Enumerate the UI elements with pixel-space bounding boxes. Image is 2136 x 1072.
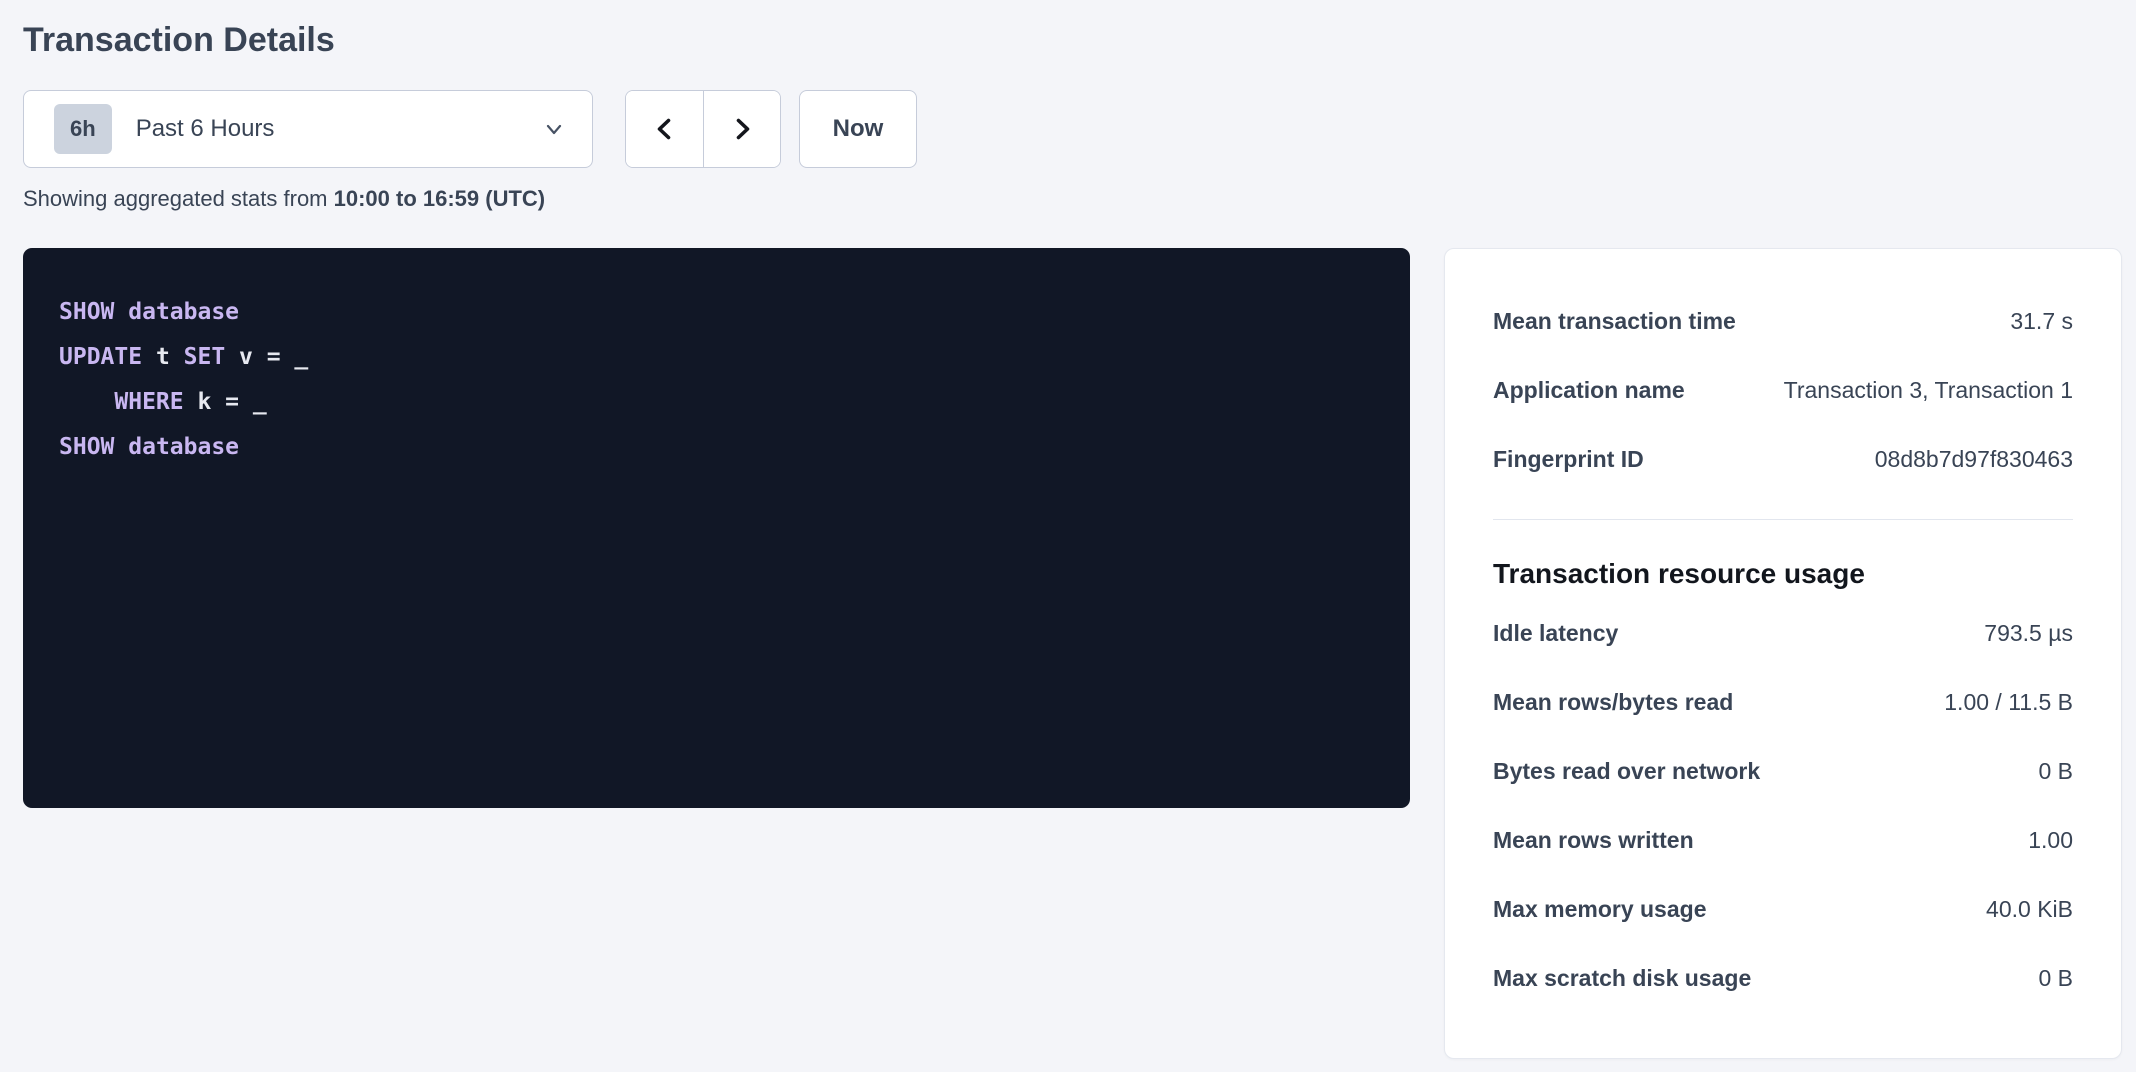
resource-usage-heading: Transaction resource usage: [1493, 557, 2073, 591]
sql-text: [114, 299, 128, 325]
sql-keyword: SHOW: [59, 299, 114, 325]
sql-text: [114, 434, 128, 460]
stat-value: 40.0 KiB: [1986, 896, 2073, 923]
sql-text: [59, 389, 114, 415]
stat-label: Fingerprint ID: [1493, 446, 1660, 473]
content-area: SHOW database UPDATE t SET v = _ WHERE k…: [23, 248, 2136, 1059]
now-button[interactable]: Now: [799, 90, 917, 168]
page-title: Transaction Details: [23, 20, 2136, 61]
stat-label: Bytes read over network: [1493, 758, 1776, 785]
stat-row: Max scratch disk usage 0 B: [1493, 944, 2073, 1013]
card-divider: [1493, 519, 2073, 520]
stat-row: Max memory usage 40.0 KiB: [1493, 875, 2073, 944]
stat-label: Idle latency: [1493, 620, 1634, 647]
stat-label: Mean rows written: [1493, 827, 1710, 854]
sql-keyword: SET: [184, 344, 226, 370]
sql-keyword: SHOW: [59, 434, 114, 460]
sql-text: v = _: [225, 344, 308, 370]
sql-statement-box: SHOW database UPDATE t SET v = _ WHERE k…: [23, 248, 1410, 808]
stat-label: Max memory usage: [1493, 896, 1722, 923]
sql-statements: SHOW database UPDATE t SET v = _ WHERE k…: [59, 290, 1374, 470]
time-range-select[interactable]: 6h Past 6 Hours: [23, 90, 593, 168]
resource-usage-stats: Idle latency 793.5 µs Mean rows/bytes read…: [1493, 599, 2073, 1013]
time-step-button-group: [625, 90, 781, 168]
stat-label: Max scratch disk usage: [1493, 965, 1767, 992]
stat-row: Idle latency 793.5 µs: [1493, 599, 2073, 668]
aggregation-range-text: Showing aggregated stats from 10:00 to 1…: [23, 185, 2136, 213]
stat-value: 08d8b7d97f830463: [1875, 446, 2073, 473]
sql-keyword: database: [128, 434, 239, 460]
stat-value: 793.5 µs: [1984, 620, 2073, 647]
time-range-label: Past 6 Hours: [136, 115, 275, 143]
stat-label: Application name: [1493, 377, 1701, 404]
stat-row: Mean transaction time 31.7 s: [1493, 287, 2073, 356]
transaction-details-card: Mean transaction time 31.7 s Application n…: [1444, 248, 2122, 1059]
chevron-right-icon: [727, 114, 757, 144]
stat-row: Fingerprint ID 08d8b7d97f830463: [1493, 425, 2073, 494]
stat-row: Mean rows/bytes read 1.00 / 11.5 B: [1493, 668, 2073, 737]
transaction-details-page: Transaction Details 6h Past 6 Hours: [0, 0, 2136, 1059]
time-range-badge: 6h: [54, 104, 112, 154]
sql-text: k = _: [184, 389, 267, 415]
stat-label: Mean rows/bytes read: [1493, 689, 1749, 716]
stat-row: Mean rows written 1.00: [1493, 806, 2073, 875]
sql-text: t: [142, 344, 184, 370]
chevron-down-icon: [542, 117, 566, 141]
time-controls: 6h Past 6 Hours: [23, 90, 2136, 168]
stat-label: Mean transaction time: [1493, 308, 1752, 335]
sql-keyword: UPDATE: [59, 344, 142, 370]
stat-row: Application name Transaction 3, Transacti…: [1493, 356, 2073, 425]
sql-keyword: database: [128, 299, 239, 325]
sql-keyword: WHERE: [114, 389, 183, 415]
aggregation-range-window: 10:00 to 16:59 (UTC): [334, 186, 546, 211]
next-range-button[interactable]: [703, 91, 780, 167]
summary-stats: Mean transaction time 31.7 s Application n…: [1493, 287, 2073, 494]
stat-value: 0 B: [2038, 965, 2073, 992]
stat-value: 0 B: [2038, 758, 2073, 785]
prev-range-button[interactable]: [626, 91, 703, 167]
stat-value: Transaction 3, Transaction 1: [1784, 377, 2073, 404]
stat-value: 1.00 / 11.5 B: [1944, 689, 2073, 716]
stat-row: Bytes read over network 0 B: [1493, 737, 2073, 806]
chevron-left-icon: [650, 114, 680, 144]
stat-value: 1.00: [2028, 827, 2073, 854]
stat-value: 31.7 s: [2010, 308, 2073, 335]
aggregation-range-prefix: Showing aggregated stats from: [23, 186, 334, 211]
